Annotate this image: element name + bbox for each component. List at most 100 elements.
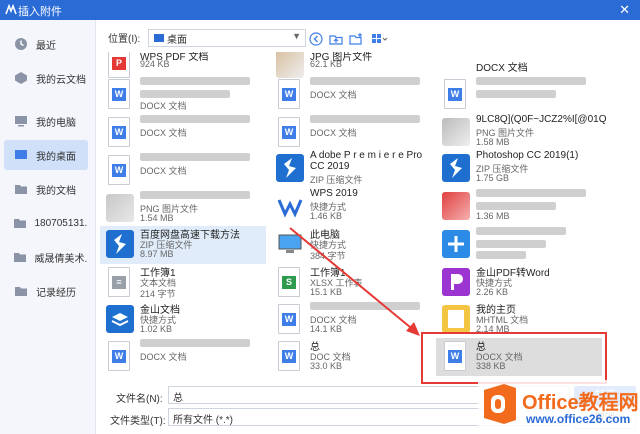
file-item[interactable]: A dobe P r e m i e r e Pro CC 2019 ZIP 压… bbox=[270, 150, 436, 188]
file-type bbox=[476, 238, 546, 248]
file-size: 1.58 MB bbox=[476, 137, 510, 147]
file-name bbox=[476, 76, 586, 87]
file-item[interactable]: 此电脑 快捷方式 384 字节 bbox=[270, 226, 436, 264]
file-item[interactable]: WPS 2019 快捷方式 1.46 KB bbox=[270, 188, 436, 226]
file-item[interactable]: W DOCX 文档 bbox=[270, 76, 436, 114]
file-type bbox=[476, 88, 556, 98]
wps-icon bbox=[276, 192, 304, 220]
zip-icon bbox=[276, 154, 304, 182]
cloud-icon bbox=[12, 69, 30, 87]
new-folder-icon[interactable] bbox=[348, 31, 364, 47]
file-item[interactable]: 金山PDF转Word 快捷方式 2.26 KB bbox=[436, 264, 602, 302]
file-size: 1.46 KB bbox=[310, 211, 343, 221]
file-item[interactable] bbox=[436, 226, 602, 264]
sidebar-item-my-computer[interactable]: 我的电脑 bbox=[4, 106, 88, 136]
file-item[interactable]: ≡ 工作簿1 文本文档 214 字节 bbox=[100, 264, 266, 302]
file-item[interactable]: W DOCX 文档 bbox=[100, 76, 266, 114]
file-item[interactable]: W bbox=[436, 76, 602, 114]
desktop-icon bbox=[12, 146, 30, 164]
location-label: 位置(I): bbox=[108, 34, 141, 45]
sidebar-item-my-documents[interactable]: 我的文档 bbox=[4, 174, 88, 204]
file-size: 1.36 MB bbox=[476, 211, 510, 221]
sidebar-item-folder-3[interactable]: 记录经历 bbox=[4, 276, 88, 306]
sidebar-item-label: 记录经历 bbox=[36, 287, 76, 299]
file-type: DOCX 文档 bbox=[140, 101, 187, 111]
file-name: 9LC8Q](Q0F~JCZ2%I[@01Q bbox=[476, 114, 607, 125]
file-size: 14.1 KB bbox=[310, 324, 343, 334]
sidebar-item-label: 最近 bbox=[36, 40, 56, 52]
text-doc-icon: ≡ bbox=[108, 267, 130, 297]
word-doc-icon: W bbox=[108, 155, 130, 185]
file-name bbox=[476, 226, 566, 237]
file-item[interactable]: S 工作簿1 XLSX 工作表 15.1 KB bbox=[270, 264, 436, 302]
file-size: 62.1 KB bbox=[310, 59, 343, 69]
view-menu-icon[interactable] bbox=[370, 31, 390, 47]
desktop-icon bbox=[154, 34, 164, 42]
clock-icon bbox=[12, 35, 30, 53]
zip-icon bbox=[442, 154, 470, 182]
zip-icon bbox=[106, 230, 134, 258]
file-item[interactable]: 1.36 MB bbox=[436, 188, 602, 226]
file-item[interactable]: W DOCX 文档 bbox=[270, 114, 436, 152]
computer-icon bbox=[12, 112, 30, 130]
file-item[interactable]: W DOCX 文档 bbox=[100, 152, 266, 190]
file-item[interactable]: 金山文档 快捷方式 1.02 KB bbox=[100, 301, 266, 339]
chevron-down-icon: ▼ bbox=[292, 31, 301, 41]
sidebar-item-label: 我的桌面 bbox=[36, 151, 76, 163]
sidebar-item-label: 180705131... bbox=[34, 217, 89, 229]
app-logo-icon bbox=[5, 3, 17, 15]
office-logo-icon bbox=[484, 384, 516, 424]
file-list: P WPS PDF 文档 924 KB W DOCX 文档 W DOCX 文档 … bbox=[96, 52, 640, 380]
file-size bbox=[476, 249, 526, 259]
back-icon[interactable] bbox=[308, 31, 324, 47]
sidebar-item-my-desktop[interactable]: 我的桌面 bbox=[4, 140, 88, 170]
title-bar: 插入附件 ✕ bbox=[0, 0, 640, 20]
file-type: DOCX 文档 bbox=[476, 63, 528, 74]
up-folder-icon[interactable] bbox=[328, 31, 344, 47]
word-doc-icon: W bbox=[444, 79, 466, 109]
file-name: Photoshop CC 2019(1) bbox=[476, 150, 579, 161]
file-item[interactable]: W DOCX 文档 14.1 KB bbox=[270, 301, 436, 339]
file-size: 8.97 MB bbox=[140, 249, 174, 259]
file-name bbox=[476, 188, 586, 199]
image-icon bbox=[106, 194, 134, 222]
word-doc-icon: W bbox=[278, 79, 300, 109]
word-doc-icon: W bbox=[278, 341, 300, 371]
sidebar-item-recent[interactable]: 最近 bbox=[4, 29, 88, 59]
file-item[interactable]: W 总 DOC 文档 33.0 KB bbox=[270, 338, 436, 376]
file-name bbox=[140, 338, 250, 349]
file-name bbox=[140, 76, 250, 87]
sidebar-item-folder-1[interactable]: 180705131... bbox=[4, 208, 88, 238]
filetype-label: 文件类型(T): bbox=[110, 416, 166, 427]
word-doc-icon: W bbox=[278, 304, 300, 334]
file-name bbox=[310, 114, 420, 125]
file-size: 1.75 GB bbox=[476, 173, 510, 183]
file-item[interactable]: Photoshop CC 2019(1) ZIP 压缩文件 1.75 GB bbox=[436, 150, 602, 188]
file-item[interactable]: W DOCX 文档 bbox=[100, 338, 266, 376]
file-size: 33.0 KB bbox=[310, 361, 343, 371]
folder-icon bbox=[12, 248, 29, 266]
word-doc-icon: W bbox=[108, 341, 130, 371]
sidebar-item-label: 我的电脑 bbox=[36, 117, 76, 129]
word-doc-icon: W bbox=[278, 117, 300, 147]
file-item[interactable]: 百度网盘高速下载方法 ZIP 压缩文件 8.97 MB bbox=[100, 226, 266, 264]
pdf-word-icon bbox=[442, 268, 470, 296]
file-item[interactable]: PNG 图片文件 1.54 MB bbox=[100, 190, 266, 228]
file-name bbox=[310, 301, 420, 312]
file-name bbox=[310, 76, 420, 87]
image-icon bbox=[442, 118, 470, 146]
watermark: Office教程网 www.office26.com bbox=[478, 380, 640, 434]
location-dropdown[interactable]: 桌面 ▼ bbox=[148, 29, 306, 47]
close-icon[interactable]: ✕ bbox=[619, 2, 630, 18]
image-icon bbox=[276, 52, 304, 78]
file-type: DOCX 文档 bbox=[310, 128, 357, 138]
sidebar-item-cloud-docs[interactable]: 我的云文档 bbox=[4, 63, 88, 93]
file-item[interactable]: W DOCX 文档 bbox=[100, 114, 266, 152]
sidebar-item-label: 威晟倩美术... bbox=[34, 253, 89, 265]
file-type: DOCX 文档 bbox=[140, 128, 187, 138]
computer-icon bbox=[276, 230, 304, 258]
sidebar-item-folder-2[interactable]: 威晟倩美术... bbox=[4, 242, 88, 272]
image-icon bbox=[442, 192, 470, 220]
watermark-title: Office教程网 bbox=[522, 392, 639, 414]
file-item[interactable]: 9LC8Q](Q0F~JCZ2%I[@01Q PNG 图片文件 1.58 MB bbox=[436, 114, 606, 152]
